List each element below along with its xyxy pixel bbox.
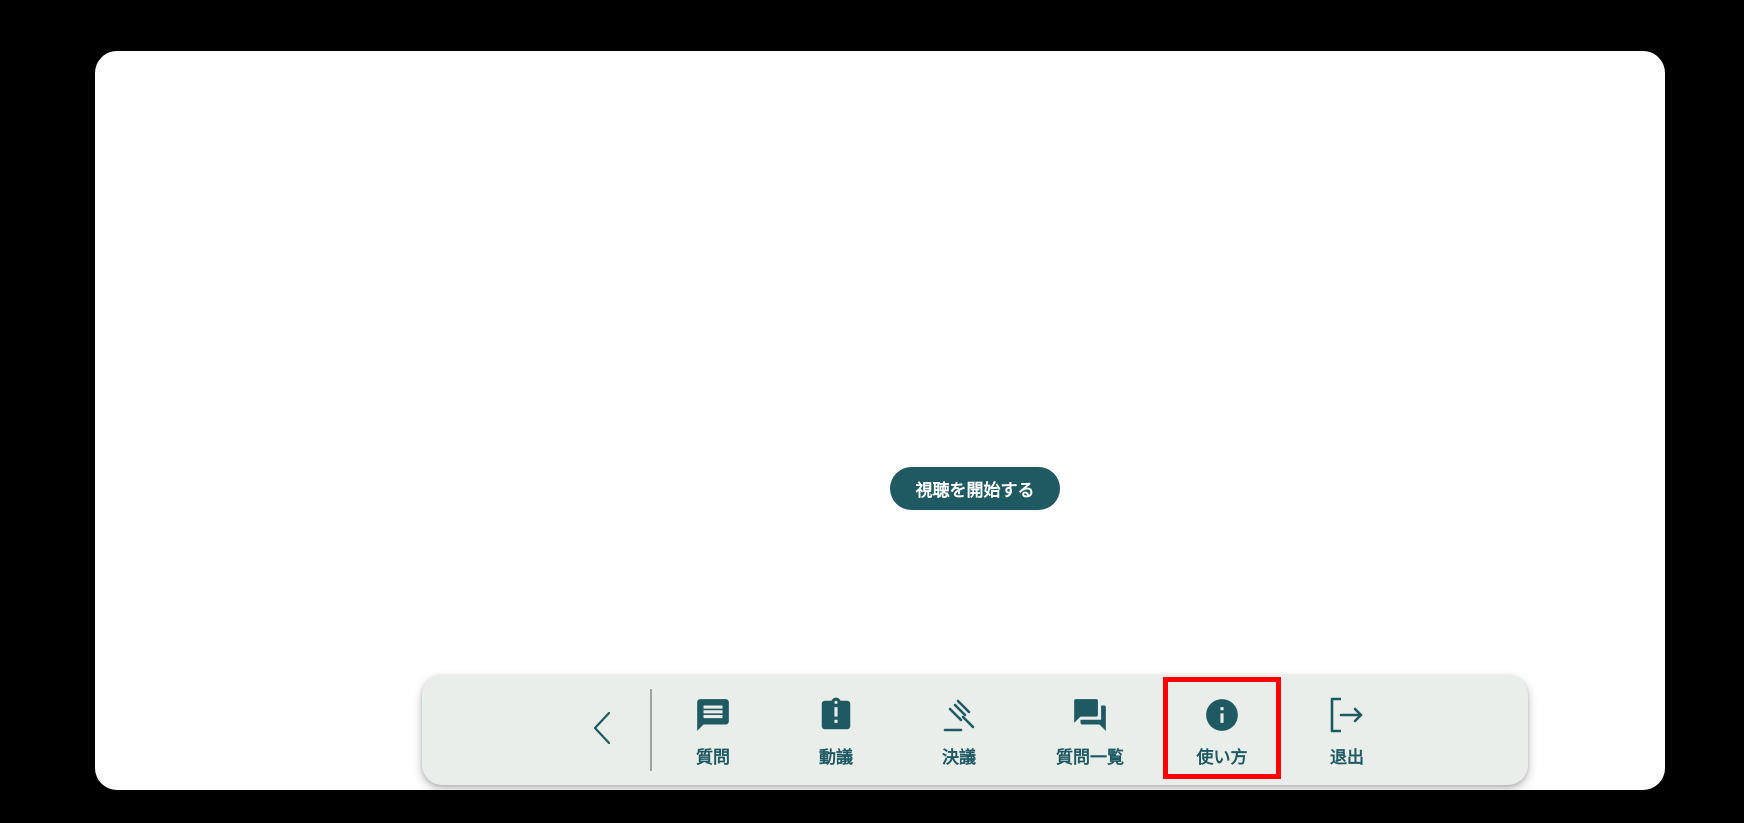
logout-icon [1327, 695, 1367, 735]
resolution-button[interactable]: 決議 [904, 689, 1014, 773]
forum-icon [1070, 695, 1110, 735]
motion-label: 動議 [819, 748, 853, 768]
start-viewing-button[interactable]: 視聴を開始する [890, 467, 1060, 510]
how-to-use-label: 使い方 [1196, 748, 1248, 768]
exit-button[interactable]: 退出 [1292, 689, 1402, 773]
gavel-icon [939, 695, 979, 735]
motion-button[interactable]: 動議 [781, 689, 891, 773]
toolbar-divider [650, 689, 652, 771]
question-label: 質問 [696, 748, 730, 768]
comment-icon [693, 695, 733, 735]
chevron-left-icon [591, 710, 613, 750]
how-to-use-button[interactable]: 使い方 [1167, 689, 1277, 773]
video-panel: 視聴を開始する 質問 動議 決議 質問一覧 使い方 退出 [95, 51, 1665, 790]
question-list-button[interactable]: 質問一覧 [1035, 689, 1145, 773]
clipboard-alert-icon [816, 695, 856, 735]
collapse-toolbar-button[interactable] [578, 700, 626, 760]
exit-label: 退出 [1330, 748, 1364, 768]
question-button[interactable]: 質問 [658, 689, 768, 773]
bottom-toolbar: 質問 動議 決議 質問一覧 使い方 退出 [422, 675, 1528, 785]
info-icon [1202, 695, 1242, 735]
resolution-label: 決議 [942, 748, 976, 768]
question-list-label: 質問一覧 [1056, 748, 1124, 768]
